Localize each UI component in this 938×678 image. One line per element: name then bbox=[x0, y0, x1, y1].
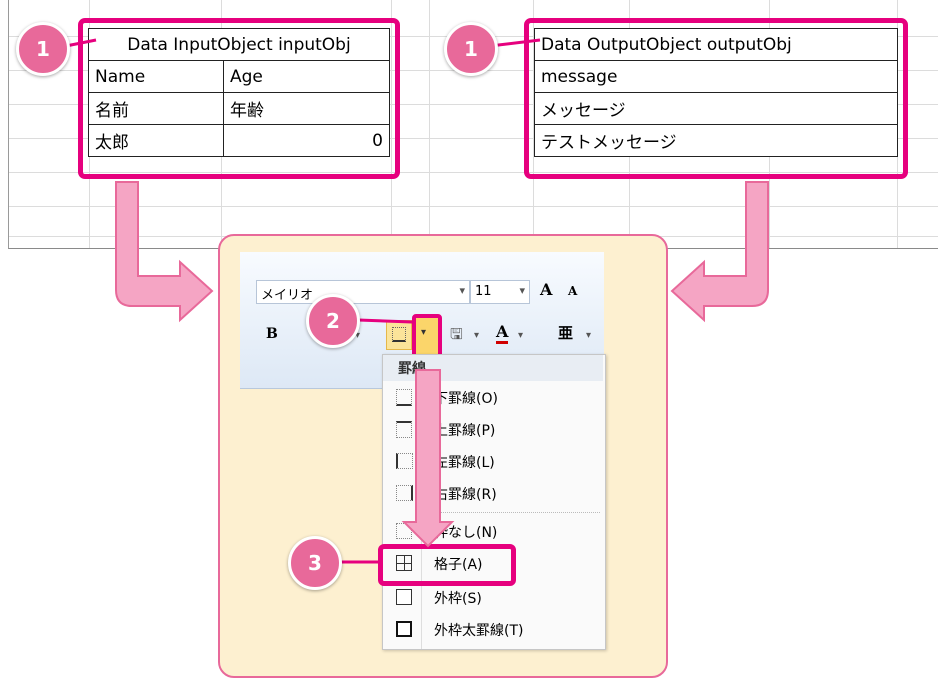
right-elbow-arrow bbox=[670, 181, 769, 323]
down-arrow bbox=[401, 369, 455, 548]
step-badge-3: 3 bbox=[288, 536, 342, 590]
left-elbow-arrow bbox=[115, 181, 214, 323]
step-badge-1: 1 bbox=[16, 22, 70, 76]
badge1-pointer-left bbox=[65, 38, 97, 48]
annotation-arrows bbox=[65, 38, 769, 564]
badge2-pointer bbox=[357, 318, 413, 324]
step-badge-1: 1 bbox=[444, 22, 498, 76]
step-badge-2: 2 bbox=[306, 294, 360, 348]
